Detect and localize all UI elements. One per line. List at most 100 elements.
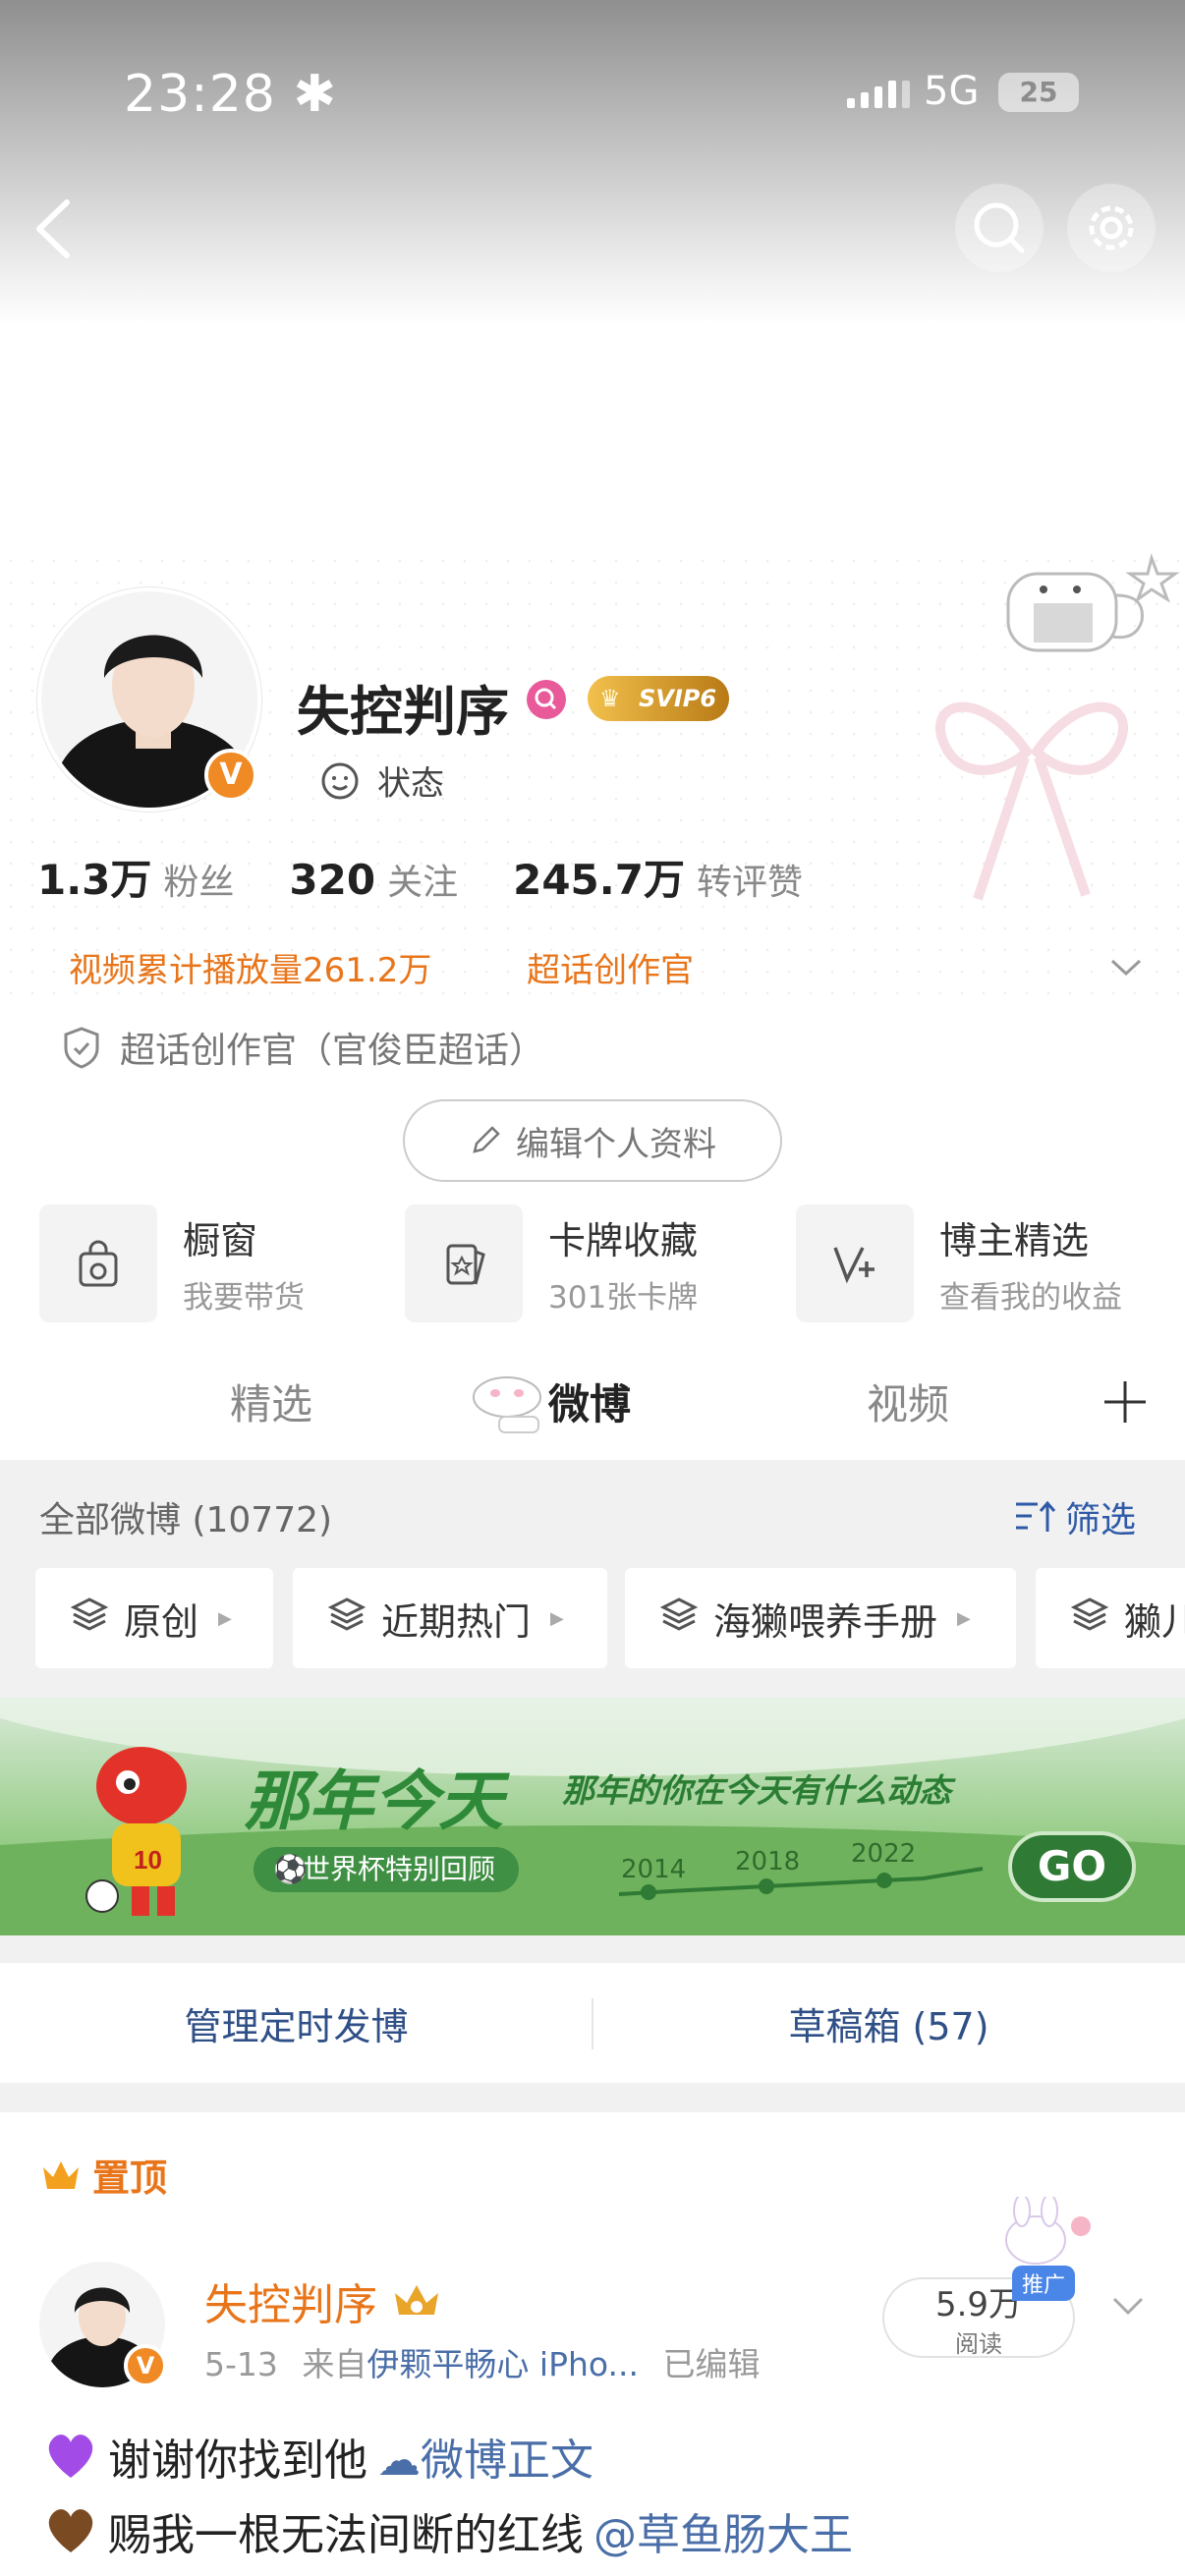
battery-icon: 25 — [998, 73, 1079, 112]
status-time: 23:28 ✱ — [124, 65, 337, 124]
video-plays-highlight: 视频累计播放量261.2万 — [69, 951, 432, 990]
purple-heart-icon — [48, 2435, 93, 2478]
smiley-add-icon — [321, 762, 359, 799]
manage-scheduled-button[interactable]: 管理定时发博 — [0, 1996, 592, 2050]
chevron-down-icon[interactable] — [1108, 955, 1144, 979]
edit-profile-label: 编辑个人资料 — [516, 1124, 716, 1164]
stat-value: 320 — [289, 856, 376, 904]
post-line-2: 赐我一根无法间断的红线 @草鱼肠大王 — [43, 2499, 853, 2562]
tab-video[interactable]: 视频 — [867, 1372, 949, 1431]
crown-icon: ♛ — [599, 685, 621, 712]
banner-title: 那年今天 — [244, 1764, 503, 1839]
status-label: 状态 — [377, 764, 444, 804]
tool-showcase[interactable]: 橱窗 我要带货 — [39, 1204, 305, 1322]
profile-page: 23:28 ✱ 5G 25 V 失控判序 ♛ SVIP6 状态 1.3万 粉丝 … — [0, 0, 1185, 2576]
settings-button[interactable] — [1067, 184, 1156, 272]
chip-original[interactable]: 原创 ▶ — [35, 1568, 273, 1668]
on-this-day-banner[interactable]: 10 那年今天 那年的你在今天有什么动态 ⚽ 世界杯特别回顾 2014 2018… — [0, 1698, 1185, 1935]
search-icon — [974, 202, 1025, 253]
crown-icon — [43, 2160, 79, 2189]
chevron-down-icon[interactable] — [1110, 2289, 1146, 2324]
caret-right-icon: ▶ — [957, 1607, 971, 1629]
tool-subtitle: 我要带货 — [183, 1280, 305, 1316]
network-type: 5G — [924, 69, 980, 114]
certification-row: 超话创作官（官俊臣超话） — [61, 1022, 544, 1073]
battery-level: 25 — [1019, 76, 1058, 108]
stat-fans[interactable]: 1.3万 粉丝 — [37, 847, 234, 907]
stat-label: 关注 — [387, 863, 459, 903]
tool-title: 卡牌收藏 — [548, 1219, 699, 1262]
tool-subtitle: 查看我的收益 — [939, 1280, 1122, 1316]
stat-value: 245.7万 — [513, 856, 685, 904]
tool-card-collection[interactable]: 卡牌收藏 301张卡牌 — [405, 1204, 698, 1322]
magnifier-badge-icon[interactable] — [525, 678, 568, 721]
pinned-text: 置顶 — [92, 2156, 168, 2200]
link-icon: ☁ — [377, 2436, 421, 2486]
verified-badge-icon: V — [124, 2344, 167, 2387]
weibo-body-link[interactable]: ☁微博正文 — [377, 2425, 593, 2488]
stat-following[interactable]: 320 关注 — [289, 854, 458, 905]
profile-stats: 1.3万 粉丝 320 关注 245.7万 转评赞 — [37, 847, 803, 907]
shield-icon — [64, 1027, 99, 1069]
layers-icon — [659, 1596, 699, 1641]
go-button[interactable]: GO — [1008, 1831, 1136, 1902]
pinned-post[interactable]: 置顶 V 失控判序 5-13 来自伊颗平畅心 iPho... 已编辑 5.9万 … — [0, 2112, 1185, 2576]
bag-icon — [39, 1204, 157, 1322]
edited-label: 已编辑 — [662, 2345, 761, 2383]
post-text: 谢谢你找到他 — [108, 2436, 367, 2486]
tool-title: 橱窗 — [183, 1219, 258, 1262]
tab-weibo[interactable]: 微博 — [548, 1372, 631, 1431]
svip-badge[interactable]: ♛ SVIP6 — [588, 676, 729, 721]
post-text: 赐我一根无法间断的红线 — [108, 2510, 584, 2560]
cup-sticker-icon — [1006, 552, 1180, 652]
search-button[interactable] — [955, 184, 1044, 272]
signal-icon — [847, 79, 910, 108]
soccer-ball-icon: ⚽ — [273, 1853, 308, 1885]
divider — [592, 1998, 593, 2049]
tab-featured[interactable]: 精选 — [230, 1372, 312, 1431]
chip-otter[interactable]: 獭儿 — [1036, 1568, 1185, 1668]
mention-link[interactable]: @草鱼肠大王 — [593, 2499, 853, 2562]
tool-subtitle: 301张卡牌 — [548, 1280, 699, 1316]
layers-icon — [1070, 1596, 1109, 1641]
chip-recent-hot[interactable]: 近期热门 ▶ — [293, 1568, 607, 1668]
creator-highlight: 超话创作官 — [527, 951, 695, 990]
chip-otter-manual[interactable]: 海獭喂养手册 ▶ — [625, 1568, 1016, 1668]
v-plus-icon — [796, 1204, 914, 1322]
add-tab-icon[interactable] — [1100, 1377, 1150, 1427]
otter-sticker-icon — [473, 1376, 541, 1433]
author-name-text: 失控判序 — [204, 2280, 377, 2330]
weibo-mascot-icon: 10 — [85, 1747, 187, 1916]
post-source[interactable]: 伊颗平畅心 iPho... — [367, 2345, 639, 2383]
source-prefix: 来自 — [302, 2345, 367, 2383]
post-date: 5-13 — [204, 2345, 278, 2383]
filter-label: 筛选 — [1065, 1500, 1137, 1540]
tool-title: 博主精选 — [939, 1219, 1090, 1262]
status-bar: 23:28 ✱ 5G 25 — [0, 59, 1185, 138]
filter-button[interactable]: 筛选 — [1014, 1491, 1136, 1542]
highlight-row[interactable]: 视频累计播放量261.2万 超话创作官 — [69, 943, 694, 991]
link-text: 微博正文 — [421, 2436, 593, 2486]
stat-likes[interactable]: 245.7万 转评赞 — [513, 847, 803, 907]
chip-label: 獭儿 — [1124, 1599, 1185, 1644]
edit-profile-button[interactable]: 编辑个人资料 — [403, 1099, 782, 1182]
caret-right-icon: ▶ — [218, 1607, 232, 1629]
post-author-name[interactable]: 失控判序 — [204, 2269, 442, 2332]
world-cup-pill: ⚽ 世界杯特别回顾 — [254, 1847, 519, 1892]
promote-badge[interactable]: 推广 — [1012, 2266, 1076, 2301]
tool-blogger-picks[interactable]: 博主精选查看我的收益 — [796, 1204, 1122, 1322]
ribbon-bow-icon — [935, 701, 1128, 901]
layers-icon — [70, 1596, 109, 1641]
back-icon[interactable] — [29, 196, 79, 261]
profile-tabs: 精选 微博 视频 — [0, 1356, 1185, 1454]
stat-label: 转评赞 — [696, 863, 803, 903]
drafts-button[interactable]: 草稿箱 (57) — [592, 1996, 1185, 2050]
status-button[interactable]: 状态 — [318, 756, 444, 805]
svip-text: SVIP6 — [639, 685, 717, 712]
asterisk-icon: ✱ — [293, 65, 337, 124]
layers-icon — [327, 1596, 367, 1641]
banner-subtitle: 那年的你在今天有什么动态 — [562, 1771, 951, 1810]
stat-label: 粉丝 — [163, 863, 235, 903]
banner-year: 2014 — [621, 1855, 687, 1884]
pencil-icon — [473, 1126, 500, 1153]
